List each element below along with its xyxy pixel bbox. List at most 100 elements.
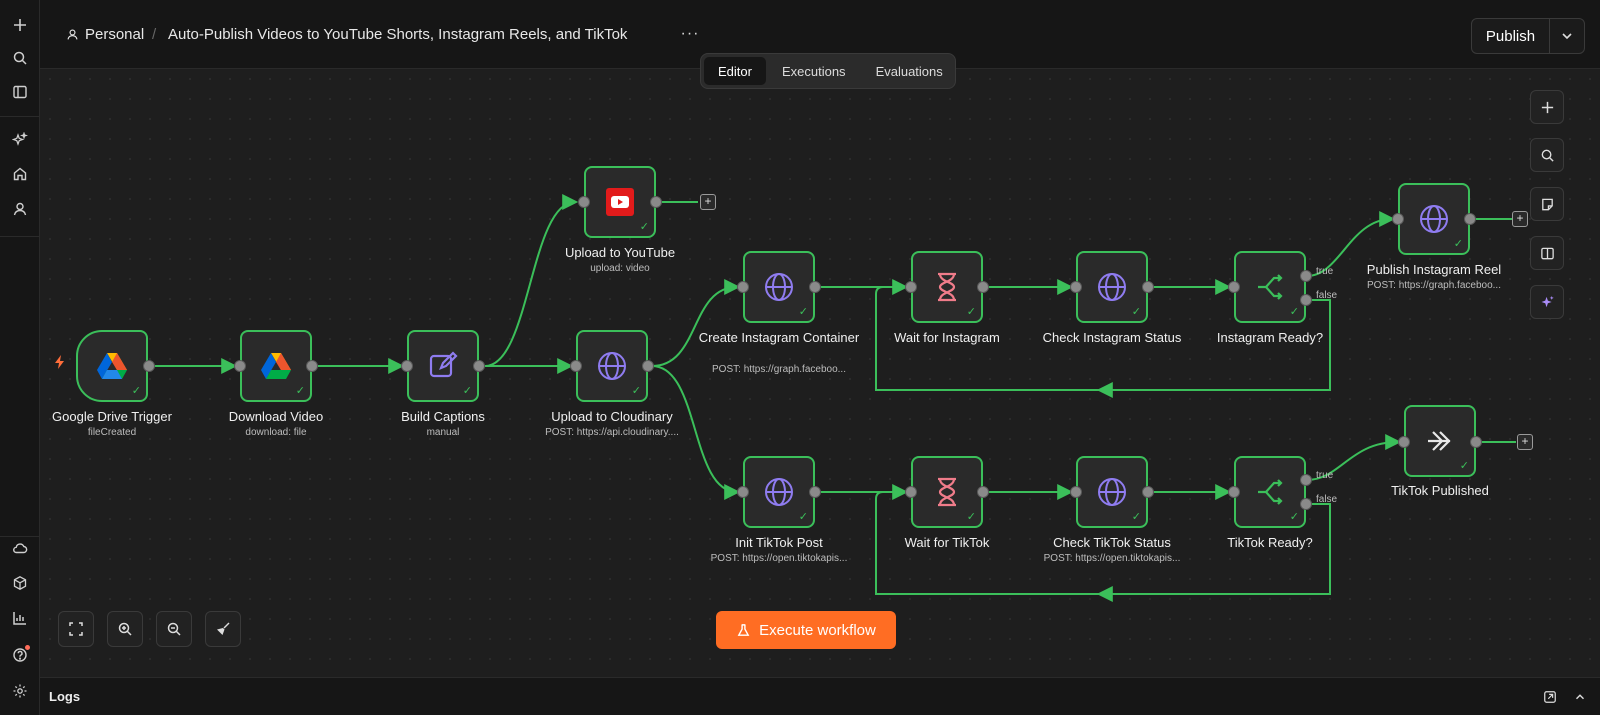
output-handle-true[interactable] <box>1300 474 1312 486</box>
node-download-video[interactable]: ✓ <box>240 330 312 402</box>
add-node-button[interactable]: + <box>1512 211 1528 227</box>
tidy-up-broom-icon[interactable] <box>205 611 241 647</box>
input-handle[interactable] <box>905 486 917 498</box>
workflow-title[interactable]: Auto-Publish Videos to YouTube Shorts, I… <box>168 26 627 43</box>
input-handle[interactable] <box>401 360 413 372</box>
chevron-up-icon[interactable] <box>1570 687 1590 707</box>
node-tiktok-ready[interactable]: ✓ <box>1234 456 1306 528</box>
chevron-down-icon[interactable] <box>1550 19 1584 53</box>
input-handle[interactable] <box>737 486 749 498</box>
output-handle[interactable] <box>809 281 821 293</box>
node-instagram-ready[interactable]: ✓ <box>1234 251 1306 323</box>
search-icon[interactable] <box>4 44 36 72</box>
input-handle[interactable] <box>1070 486 1082 498</box>
input-handle[interactable] <box>1228 486 1240 498</box>
output-handle[interactable] <box>1464 213 1476 225</box>
input-handle[interactable] <box>570 360 582 372</box>
logs-panel[interactable]: Logs <box>40 677 1600 715</box>
user-icon[interactable] <box>4 195 36 223</box>
node-init-tiktok-post[interactable]: ✓ <box>743 456 815 528</box>
project-name[interactable]: Personal <box>85 26 144 43</box>
output-handle[interactable] <box>809 486 821 498</box>
output-handle[interactable] <box>306 360 318 372</box>
sticky-note-icon[interactable] <box>1530 187 1564 221</box>
cube-icon[interactable] <box>4 569 36 597</box>
input-handle[interactable] <box>1398 436 1410 448</box>
edge <box>651 279 741 367</box>
output-handle[interactable] <box>642 360 654 372</box>
output-handle[interactable] <box>1470 436 1482 448</box>
node-check-tiktok-status[interactable]: ✓ <box>1076 456 1148 528</box>
input-handle[interactable] <box>1070 281 1082 293</box>
success-check-icon: ✓ <box>966 511 976 523</box>
node-wait-for-tiktok[interactable]: ✓ <box>911 456 983 528</box>
node-google-drive-trigger[interactable]: ✓ <box>76 330 148 402</box>
logs-title: Logs <box>49 689 81 704</box>
node-build-captions[interactable]: ✓ <box>407 330 479 402</box>
search-icon[interactable] <box>1530 138 1564 172</box>
pop-out-icon[interactable] <box>1540 687 1560 707</box>
tab-evaluations[interactable]: Evaluations <box>862 57 957 85</box>
publish-button[interactable]: Publish <box>1472 19 1550 53</box>
project-breadcrumb[interactable]: Personal <box>66 26 144 43</box>
panel-toggle-icon[interactable] <box>4 78 36 106</box>
node-create-instagram-container[interactable]: ✓ <box>743 251 815 323</box>
home-icon[interactable] <box>4 160 36 188</box>
node-check-instagram-status[interactable]: ✓ <box>1076 251 1148 323</box>
cloud-icon[interactable] <box>4 534 36 562</box>
node-wait-for-instagram[interactable]: ✓ <box>911 251 983 323</box>
youtube-icon <box>604 186 636 218</box>
node-upload-to-youtube[interactable]: ✓ <box>584 166 656 238</box>
input-handle[interactable] <box>1228 281 1240 293</box>
output-handle[interactable] <box>977 486 989 498</box>
tab-editor[interactable]: Editor <box>704 57 766 85</box>
workflow-canvas[interactable]: ✓ Google Drive Trigger fileCreated ✓ Dow… <box>40 69 1600 677</box>
add-node-icon[interactable] <box>1530 90 1564 124</box>
google-drive-icon <box>260 350 292 382</box>
output-handle[interactable] <box>1142 486 1154 498</box>
input-handle[interactable] <box>737 281 749 293</box>
add-node-button[interactable]: + <box>1517 434 1533 450</box>
node-label: Download Video <box>228 409 324 424</box>
input-handle[interactable] <box>234 360 246 372</box>
node-label: Check TikTok Status <box>1053 535 1171 550</box>
no-op-arrow-icon <box>1424 425 1456 457</box>
input-handle[interactable] <box>905 281 917 293</box>
zoom-in-icon[interactable] <box>107 611 143 647</box>
add-node-button[interactable]: + <box>700 194 716 210</box>
chart-icon[interactable] <box>4 604 36 632</box>
output-handle[interactable] <box>1142 281 1154 293</box>
fit-view-icon[interactable] <box>58 611 94 647</box>
node-subtitle: POST: https://open.tiktokapis... <box>710 553 848 564</box>
globe-icon <box>1096 271 1128 303</box>
more-options-button[interactable]: ··· <box>676 22 704 46</box>
success-check-icon: ✓ <box>1131 511 1141 523</box>
output-handle[interactable] <box>473 360 485 372</box>
help-icon[interactable] <box>4 641 36 669</box>
panel-right-icon[interactable] <box>1530 236 1564 270</box>
sparkles-icon[interactable] <box>4 126 36 154</box>
output-handle-false[interactable] <box>1300 498 1312 510</box>
output-handle[interactable] <box>143 360 155 372</box>
output-handle[interactable] <box>977 281 989 293</box>
node-subtitle: download: file <box>245 427 307 438</box>
execute-workflow-button[interactable]: Execute workflow <box>716 611 896 649</box>
breadcrumb-separator: / <box>152 26 157 43</box>
output-handle-false[interactable] <box>1300 294 1312 306</box>
tab-executions[interactable]: Executions <box>768 57 860 85</box>
node-label: Publish Instagram Reel <box>1366 262 1502 277</box>
edit-icon <box>427 350 459 382</box>
input-handle[interactable] <box>578 196 590 208</box>
zoom-out-icon[interactable] <box>156 611 192 647</box>
success-check-icon: ✓ <box>1459 460 1469 472</box>
output-handle[interactable] <box>650 196 662 208</box>
input-handle[interactable] <box>1392 213 1404 225</box>
node-publish-instagram-reel[interactable]: ✓ <box>1398 183 1470 255</box>
output-handle-true[interactable] <box>1300 270 1312 282</box>
add-icon[interactable] <box>4 11 36 39</box>
node-tiktok-published[interactable]: ✓ <box>1404 405 1476 477</box>
ai-sparkle-icon[interactable] <box>1530 285 1564 319</box>
settings-gear-icon[interactable] <box>4 677 36 705</box>
node-upload-to-cloudinary[interactable]: ✓ <box>576 330 648 402</box>
node-label: Wait for TikTok <box>904 535 990 550</box>
